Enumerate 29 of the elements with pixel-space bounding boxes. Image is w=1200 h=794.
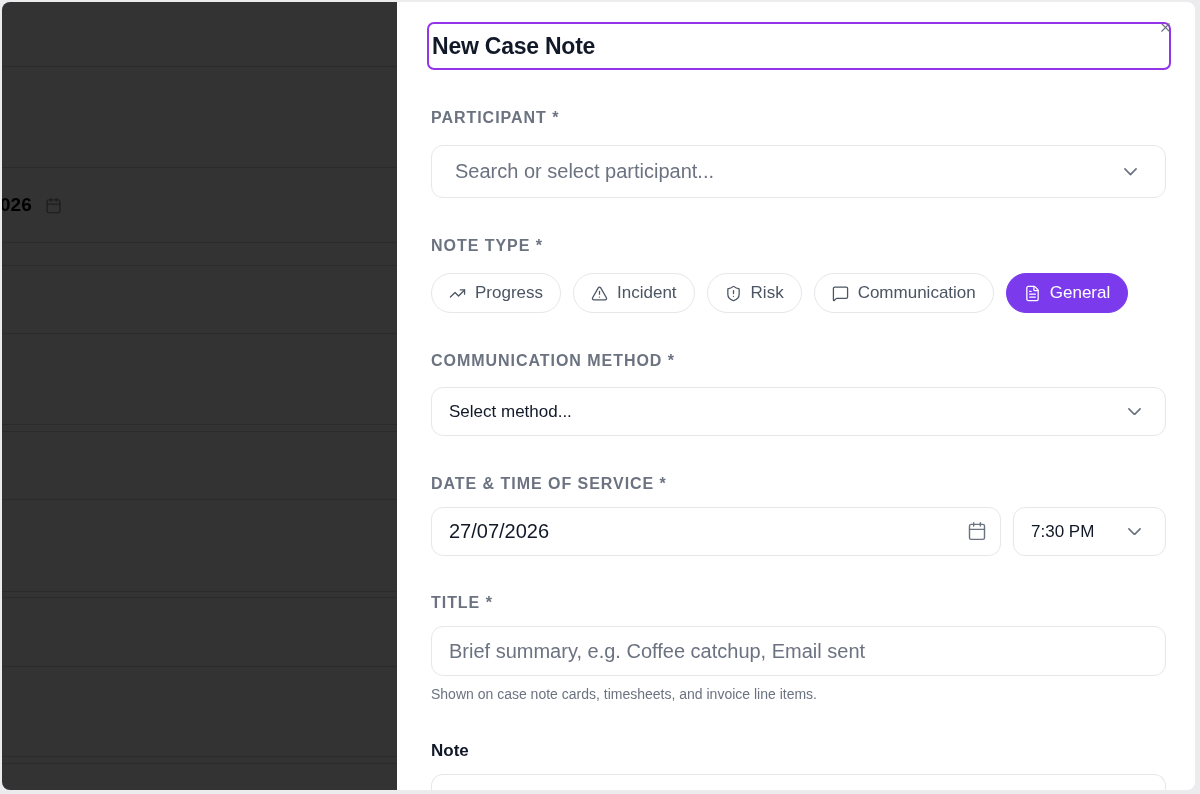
note-type-chip[interactable]: Risk [706,273,802,313]
warning-triangle-icon [591,284,609,302]
close-button[interactable] [1158,20,1173,35]
chevron-down-icon [1128,527,1141,536]
chevron-down-icon [1124,168,1137,176]
title-box[interactable]: New Case Note [427,22,1171,70]
communication-method-select[interactable]: Select method... [431,387,1166,436]
field-label: DATE & TIME OF SERVICE * [431,474,667,494]
field-label: TITLE * [431,593,493,613]
note-type-chip[interactable]: Communication [813,273,994,313]
close-icon [1158,20,1173,35]
note-type-chip[interactable]: Progress [431,273,562,313]
time-select[interactable]: 7:30 PM [1013,507,1166,556]
field-label: Note [431,741,469,761]
note-type-chip[interactable]: General [1005,273,1129,313]
help-text: Shown on case note cards, timesheets, and invoice line items. [431,686,817,702]
field-label: PARTICIPANT * [431,108,560,128]
chevron-down-icon [1128,407,1141,416]
participant-search-field[interactable]: Search or select participant... [431,145,1166,198]
document-icon [1023,284,1041,302]
speech-bubble-icon [831,284,849,302]
field-label: NOTE TYPE * [431,236,543,256]
title-input[interactable]: Brief summary, e.g. Coffee catchup, Email sent [431,626,1166,676]
calendar-icon[interactable] [967,521,987,541]
dialog-title: New Case Note [432,31,596,61]
date-field[interactable]: 27/07/2026 [431,507,1001,556]
field-label: COMMUNICATION METHOD * [431,351,675,371]
shield-alert-icon [724,284,742,302]
note-type-chip[interactable]: Incident [573,273,695,313]
